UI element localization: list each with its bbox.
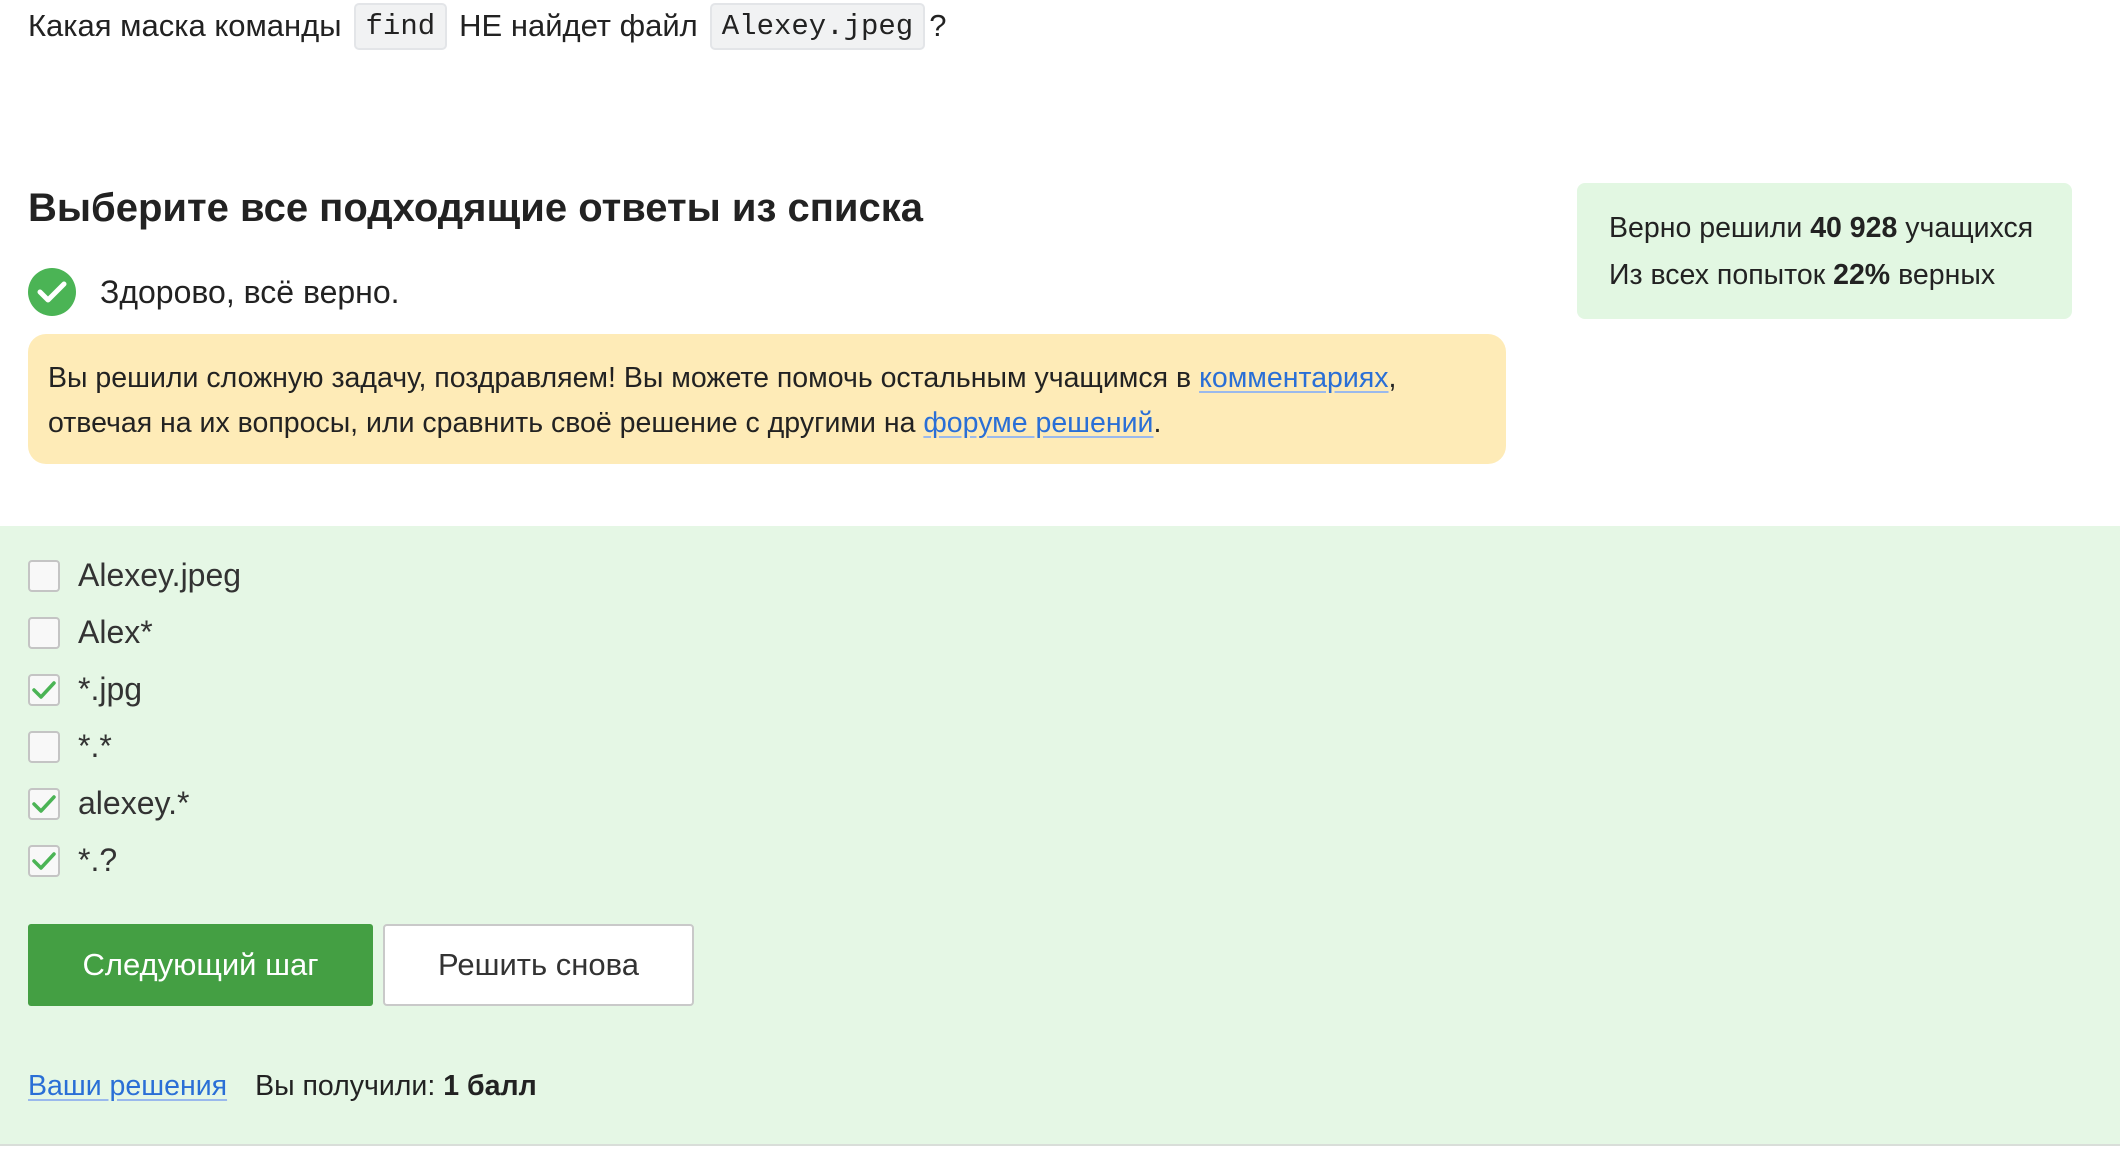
- option-checkbox[interactable]: [28, 787, 60, 820]
- option-star-jpg[interactable]: *.jpg: [28, 671, 142, 708]
- option-checkbox[interactable]: [28, 559, 60, 592]
- success-check-icon: [28, 268, 76, 316]
- solved-suffix: учащихся: [1905, 212, 2034, 244]
- option-label: *.jpg: [78, 671, 143, 707]
- success-row: Здорово, всё верно.: [28, 268, 400, 316]
- attempts-suffix: верных: [1898, 259, 1996, 291]
- notice-text-before: Вы решили сложную задачу, поздравляем! В…: [48, 362, 1200, 394]
- solved-prefix: Верно решили: [1609, 212, 1803, 244]
- congrats-notice: Вы решили сложную задачу, поздравляем! В…: [28, 334, 1506, 464]
- option-checkbox[interactable]: [28, 844, 60, 877]
- option-alexey-jpeg[interactable]: Alexey.jpeg: [28, 557, 241, 594]
- page-bottom-divider: [0, 1144, 2120, 1156]
- option-checkbox[interactable]: [28, 730, 60, 763]
- option-checkbox[interactable]: [28, 616, 60, 649]
- question-text: Какая маска команды find НЕ найдет файл …: [28, 0, 946, 52]
- solutions-forum-link[interactable]: форуме решений: [923, 407, 1153, 439]
- checkmark-icon: [32, 851, 56, 870]
- footer-row: Ваши решения Вы получили: 1 балл: [28, 1070, 537, 1103]
- next-step-button[interactable]: Следующий шаг: [28, 924, 373, 1006]
- option-label: Alex*: [78, 614, 153, 650]
- solve-again-button[interactable]: Решить снова: [383, 924, 694, 1006]
- checkmark-icon: [32, 680, 56, 699]
- question-prefix: Какая маска команды: [28, 8, 342, 43]
- notice-text-after: .: [1153, 407, 1162, 439]
- option-label: Alexey.jpeg: [78, 557, 242, 593]
- attempts-stat: Из всех попыток 22% верных: [1609, 252, 2040, 299]
- command-code: find: [353, 2, 448, 50]
- filename-code: Alexey.jpeg: [709, 2, 926, 50]
- attempts-prefix: Из всех попыток: [1609, 259, 1826, 291]
- option-label: *.?: [78, 842, 118, 878]
- solved-count: 40 928: [1810, 212, 1898, 244]
- option-alex-star[interactable]: Alex*: [28, 614, 153, 651]
- your-solutions-link[interactable]: Ваши решения: [28, 1070, 227, 1103]
- success-message: Здорово, всё верно.: [100, 273, 400, 310]
- solved-stat: Верно решили 40 928 учащихся: [1609, 205, 2040, 252]
- stats-panel: Верно решили 40 928 учащихся Из всех поп…: [1577, 183, 2072, 319]
- option-label: alexey.*: [78, 785, 190, 821]
- option-star-question[interactable]: *.?: [28, 842, 117, 879]
- question-middle: НЕ найдет файл: [459, 8, 698, 43]
- option-label: *.*: [78, 728, 112, 764]
- attempts-percent: 22%: [1833, 259, 1891, 291]
- question-suffix: ?: [929, 8, 947, 43]
- score-label: Вы получили:: [255, 1070, 436, 1102]
- instructions-heading: Выберите все подходящие ответы из списка: [28, 186, 923, 230]
- score-value: 1 балл: [443, 1070, 537, 1102]
- option-checkbox[interactable]: [28, 673, 60, 706]
- checkmark-icon: [32, 794, 56, 813]
- option-alexey-star[interactable]: alexey.*: [28, 785, 189, 822]
- comments-link[interactable]: комментариях: [1199, 362, 1388, 394]
- option-star-dot-star[interactable]: *.*: [28, 728, 112, 765]
- answer-options-panel: [0, 526, 2120, 1144]
